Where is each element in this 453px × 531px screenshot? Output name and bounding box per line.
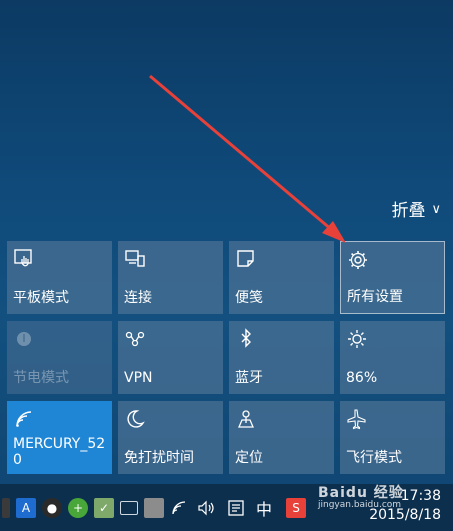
tile-label: 免打扰时间 bbox=[124, 450, 194, 466]
ime-indicator[interactable]: 中 bbox=[256, 496, 272, 520]
airplane-icon bbox=[347, 409, 366, 430]
taskbar-qq-icon[interactable]: ● bbox=[42, 497, 62, 518]
wifi-tile[interactable]: MERCURY_520 bbox=[7, 401, 112, 474]
note-icon bbox=[237, 250, 254, 267]
bluetooth-icon bbox=[241, 328, 251, 348]
vpn-icon bbox=[125, 331, 145, 347]
battery-saver-tile[interactable]: 节电模式 bbox=[7, 321, 112, 394]
gear-icon bbox=[349, 251, 367, 269]
tile-label: VPN bbox=[124, 370, 153, 386]
action-center-icon[interactable] bbox=[226, 498, 246, 518]
wifi-icon bbox=[16, 411, 32, 427]
tablet-mode-icon bbox=[14, 249, 32, 267]
taskbar-360-icon[interactable]: + bbox=[68, 497, 88, 518]
tile-label: 节电模式 bbox=[13, 370, 69, 386]
brightness-icon bbox=[348, 330, 366, 348]
watermark-url: jingyan.baidu.com bbox=[318, 500, 402, 510]
moon-icon bbox=[127, 410, 145, 428]
tile-label: 便笺 bbox=[235, 290, 263, 306]
tile-label: 连接 bbox=[124, 290, 152, 306]
taskbar-antivirus-icon[interactable]: A bbox=[16, 497, 36, 518]
battery-saver-icon bbox=[17, 332, 31, 346]
tile-label: 定位 bbox=[235, 450, 263, 466]
airplane-mode-tile[interactable]: 飞行模式 bbox=[340, 401, 445, 474]
taskbar-monitor-icon[interactable] bbox=[144, 497, 164, 518]
connect-tile[interactable]: 连接 bbox=[118, 241, 223, 314]
taskbar-safe-icon[interactable]: ✓ bbox=[94, 497, 114, 518]
location-icon bbox=[238, 410, 254, 428]
tile-label: MERCURY_520 bbox=[13, 436, 106, 468]
taskbar-edge-icon[interactable] bbox=[2, 497, 10, 518]
tile-label: 86% bbox=[346, 370, 378, 386]
battery-icon[interactable] bbox=[120, 500, 138, 515]
tablet-mode-tile[interactable]: 平板模式 bbox=[7, 241, 112, 314]
location-tile[interactable]: 定位 bbox=[229, 401, 334, 474]
chevron-down-icon: ∨ bbox=[431, 202, 441, 217]
connect-icon bbox=[125, 250, 145, 267]
quiet-hours-tile[interactable]: 免打扰时间 bbox=[118, 401, 223, 474]
bluetooth-tile[interactable]: 蓝牙 bbox=[229, 321, 334, 394]
brightness-tile[interactable]: 86% bbox=[340, 321, 445, 394]
all-settings-tile[interactable]: 所有设置 bbox=[340, 241, 445, 314]
tile-label: 所有设置 bbox=[347, 289, 403, 305]
tile-label: 平板模式 bbox=[13, 290, 69, 306]
tile-label: 蓝牙 bbox=[235, 370, 263, 386]
sogou-input-icon[interactable]: S bbox=[286, 497, 307, 518]
tile-label: 飞行模式 bbox=[346, 450, 402, 466]
watermark-text: Baidu 经验 bbox=[318, 485, 404, 501]
note-tile[interactable]: 便笺 bbox=[229, 241, 334, 314]
baidu-watermark: Baidu 经验 jingyan.baidu.com bbox=[318, 482, 404, 510]
vpn-tile[interactable]: VPN bbox=[118, 321, 223, 394]
collapse-label: 折叠 bbox=[391, 201, 426, 221]
volume-icon[interactable] bbox=[196, 498, 216, 518]
collapse-button[interactable]: 折叠 ∨ bbox=[391, 196, 441, 221]
network-wifi-icon[interactable] bbox=[170, 498, 190, 518]
action-center-panel: 折叠 ∨ 平板模式 连接 便笺 所有设置 节电模式 VPN 蓝牙 86% MER… bbox=[0, 0, 453, 484]
